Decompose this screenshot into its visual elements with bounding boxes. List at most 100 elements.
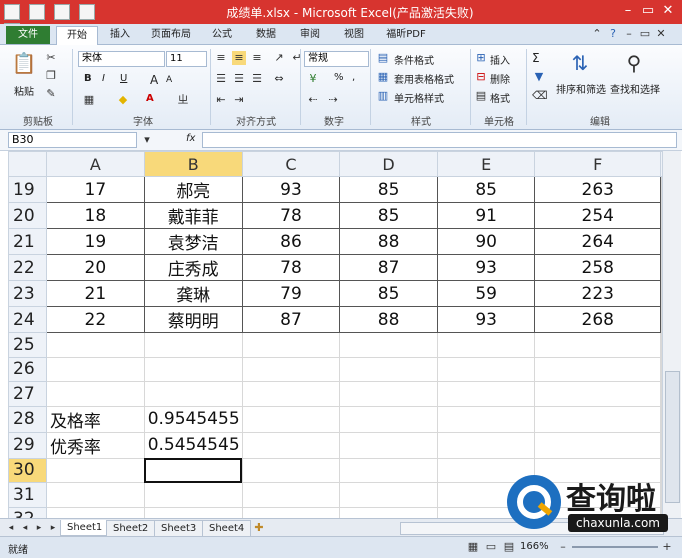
page-layout-view-icon[interactable]: ▭ [484, 540, 498, 554]
cell-f[interactable]: 258 [534, 254, 661, 281]
cell-c[interactable] [241, 332, 341, 358]
cell-d[interactable]: 85 [339, 280, 438, 307]
row-header[interactable]: 27 [8, 381, 47, 407]
cell-c[interactable] [241, 356, 341, 382]
cell-c[interactable]: 79 [241, 280, 341, 307]
format-cells-icon[interactable]: ▤ [474, 89, 488, 103]
number-format-select[interactable]: 常规 [304, 51, 369, 67]
cell-d[interactable] [339, 332, 438, 358]
increase-indent-icon[interactable]: ⇥ [232, 93, 246, 107]
paste-button-label[interactable]: 粘贴 [14, 83, 34, 98]
delete-cells-button[interactable]: 删除 [490, 71, 510, 86]
cell-f[interactable] [534, 431, 661, 459]
cut-icon[interactable]: ✂ [44, 51, 58, 65]
page-break-view-icon[interactable]: ▤ [502, 540, 516, 554]
decrease-decimal-icon[interactable]: ⇢ [326, 93, 340, 107]
cell-c[interactable]: 86 [241, 228, 341, 255]
cell-a[interactable] [45, 332, 145, 358]
next-sheet-icon[interactable]: ▸ [32, 521, 46, 535]
merge-center-icon[interactable]: ⇔ [272, 72, 286, 86]
workbook-close-icon[interactable]: ✕ [654, 27, 668, 41]
tab-home[interactable]: 开始 [56, 26, 98, 45]
cell-b[interactable]: 0.9545455 [143, 405, 243, 433]
zoom-out-icon[interactable]: – [556, 540, 570, 554]
cell-e[interactable] [436, 405, 536, 433]
select-all-corner[interactable] [8, 151, 47, 177]
bold-button[interactable]: B [84, 73, 92, 84]
prev-sheet-icon[interactable]: ◂ [18, 521, 32, 535]
delete-cells-icon[interactable]: ⊟ [474, 70, 488, 84]
cell-d[interactable]: 88 [339, 228, 438, 255]
sheet-tab-1[interactable]: Sheet1 [60, 520, 110, 536]
insert-sheet-icon[interactable]: ✚ [252, 521, 266, 535]
cell-c[interactable]: 93 [241, 176, 341, 203]
phonetic-icon[interactable]: ㄓ [176, 93, 190, 107]
workbook-minimize-icon[interactable]: – [622, 27, 636, 41]
format-cells-button[interactable]: 格式 [490, 90, 510, 105]
cell-b[interactable]: 0.5454545 [143, 431, 243, 459]
conditional-format-button[interactable]: 条件格式 [394, 52, 434, 67]
tab-review[interactable]: 审阅 [294, 26, 326, 44]
cell-a[interactable] [45, 381, 145, 407]
row-header[interactable]: 31 [8, 482, 47, 508]
insert-function-button[interactable]: fx [186, 133, 195, 144]
cell-b[interactable] [143, 332, 243, 358]
sheet-tab-4[interactable]: Sheet4 [202, 520, 252, 537]
row-header[interactable]: 29 [8, 431, 47, 459]
formula-input[interactable] [202, 132, 677, 148]
decrease-indent-icon[interactable]: ⇤ [214, 93, 228, 107]
comma-style-button[interactable]: , [352, 72, 355, 83]
cell-a[interactable]: 21 [45, 280, 145, 307]
row-header[interactable]: 25 [8, 332, 47, 358]
cell-f[interactable]: 264 [534, 228, 661, 255]
cell-d[interactable]: 85 [339, 202, 438, 229]
cell-c[interactable]: 78 [241, 254, 341, 281]
cell-c[interactable] [241, 431, 341, 459]
row-header[interactable]: 20 [8, 202, 47, 229]
first-sheet-icon[interactable]: ◂ [4, 521, 18, 535]
cell-f[interactable]: 268 [534, 306, 661, 333]
align-bottom-icon[interactable]: ≡ [250, 51, 264, 65]
name-box-dropdown-icon[interactable]: ▾ [140, 133, 154, 147]
clear-icon[interactable]: ⌫ [532, 89, 548, 103]
row-header[interactable]: 23 [8, 280, 47, 307]
cell-e[interactable]: 93 [436, 254, 536, 281]
cell-c[interactable] [241, 457, 341, 483]
cell-e[interactable]: 91 [436, 202, 536, 229]
borders-icon[interactable]: ▦ [82, 93, 96, 107]
cell-a[interactable]: 优秀率 [45, 431, 145, 459]
align-right-icon[interactable]: ☰ [250, 72, 264, 86]
format-as-table-button[interactable]: 套用表格格式 [394, 71, 454, 86]
cell-c[interactable]: 87 [241, 306, 341, 333]
cell-b[interactable]: 郝亮 [143, 176, 243, 203]
vertical-scrollbar[interactable] [662, 151, 681, 521]
row-header[interactable]: 30 [8, 457, 47, 483]
align-center-icon[interactable]: ☰ [232, 72, 246, 86]
cell-a[interactable] [45, 457, 145, 483]
zoom-level[interactable]: 166% [520, 541, 549, 552]
accounting-format-icon[interactable]: ¥ [306, 72, 320, 86]
normal-view-icon[interactable]: ▦ [466, 540, 480, 554]
cell-c[interactable] [241, 381, 341, 407]
cell-b[interactable]: 龚琳 [143, 280, 243, 307]
row-header[interactable]: 28 [8, 405, 47, 433]
sheet-tab-3[interactable]: Sheet3 [154, 520, 204, 537]
column-header-e[interactable]: E [436, 151, 536, 177]
row-header[interactable]: 21 [8, 228, 47, 255]
cell-e[interactable]: 90 [436, 228, 536, 255]
percent-style-button[interactable]: % [334, 72, 344, 83]
cell-f[interactable] [534, 356, 661, 382]
find-select-button[interactable]: 查找和选择 [610, 81, 660, 96]
tab-data[interactable]: 数据 [250, 26, 282, 44]
cell-d[interactable]: 85 [339, 176, 438, 203]
column-header-f[interactable]: F [534, 151, 661, 177]
zoom-slider[interactable] [572, 546, 658, 548]
cell-b[interactable]: 庄秀成 [143, 254, 243, 281]
cell-a[interactable] [45, 356, 145, 382]
cell-f[interactable] [534, 381, 661, 407]
cell-e[interactable] [436, 431, 536, 459]
insert-cells-button[interactable]: 插入 [490, 52, 510, 67]
cell-d[interactable] [339, 482, 438, 508]
shrink-font-button[interactable]: A [166, 75, 172, 85]
save-icon[interactable] [29, 4, 46, 20]
